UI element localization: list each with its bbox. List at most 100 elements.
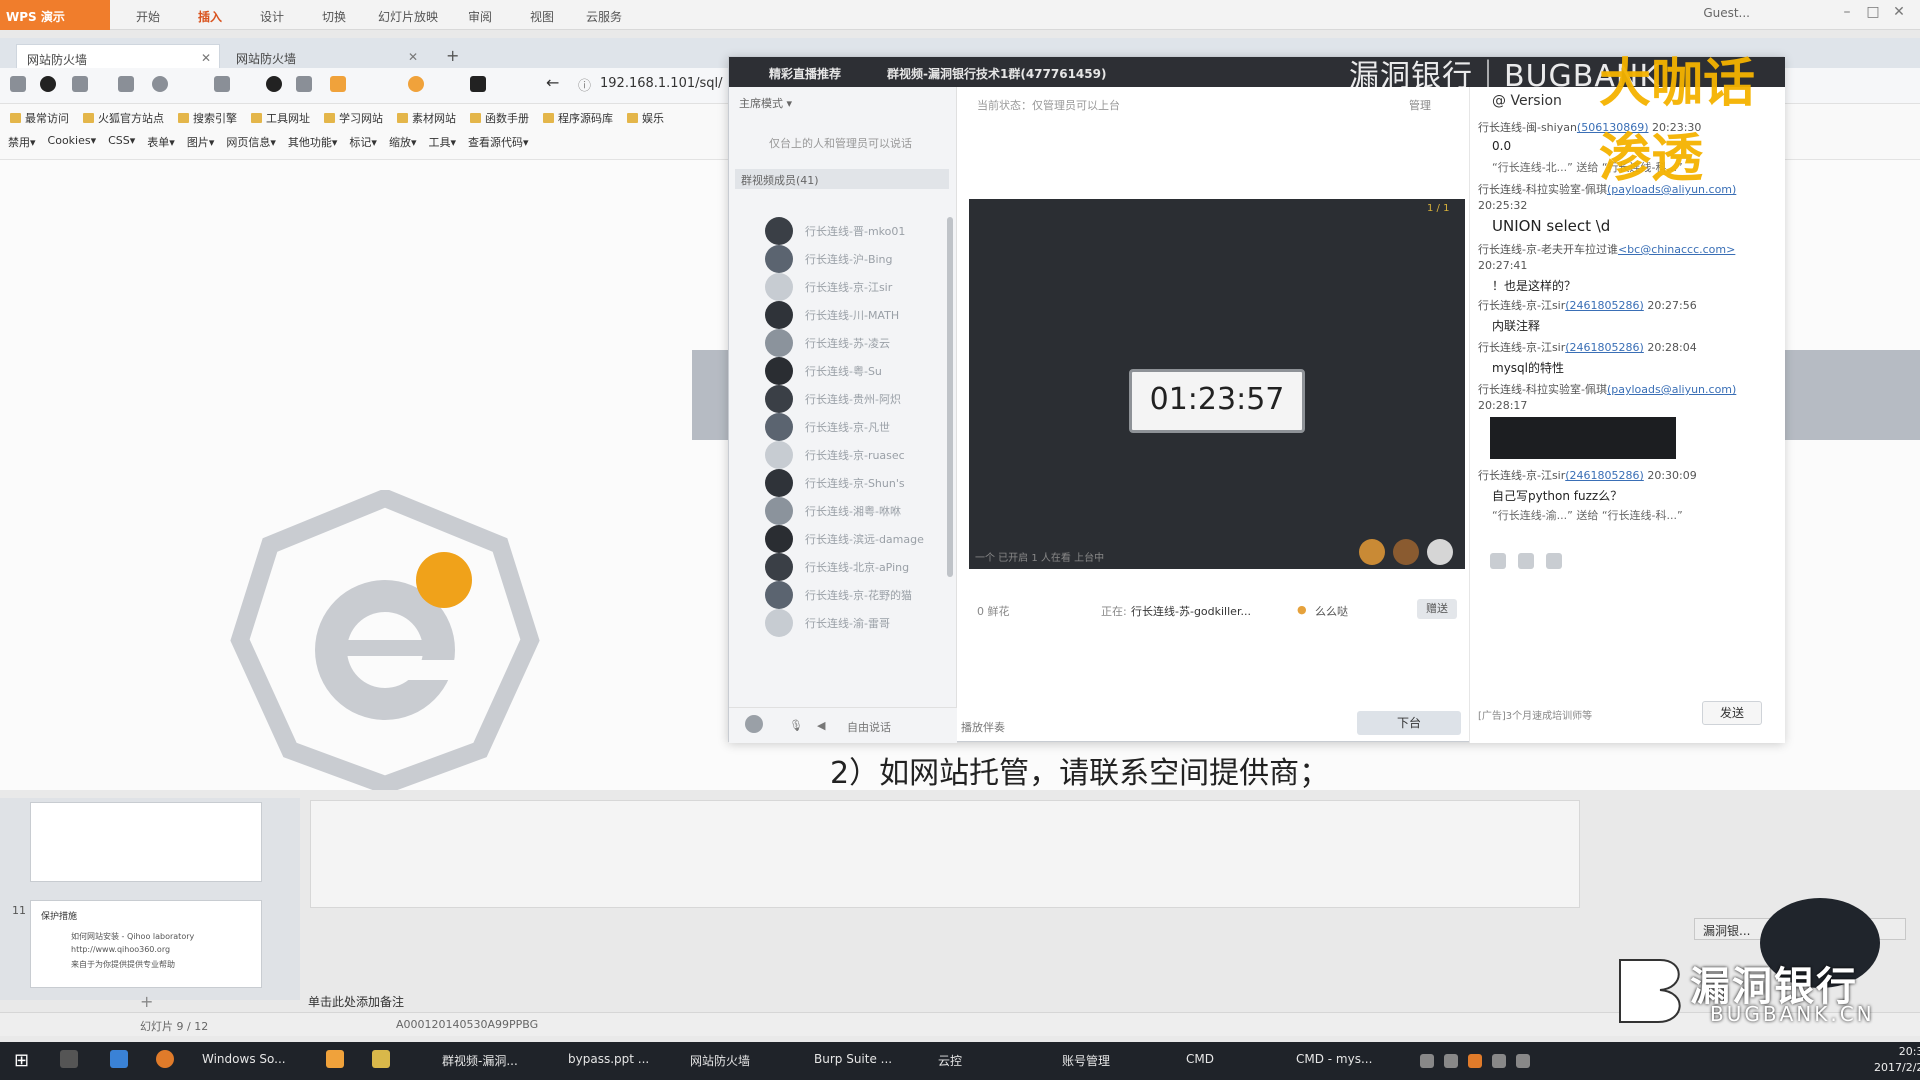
member-item[interactable]: 行长连线-北京-aPing (765, 551, 945, 581)
wps-logo[interactable]: WPS 演示 (0, 0, 110, 30)
ribbon-tab-slideshow[interactable]: 幻灯片放映 (378, 8, 438, 25)
close-icon[interactable]: ✕ (1888, 4, 1910, 24)
volume-icon[interactable] (1516, 1054, 1530, 1068)
stop-icon[interactable] (470, 76, 486, 92)
member-item[interactable]: 行长连线-滨远-damage (765, 523, 945, 553)
taskbar-item[interactable]: bypass.ppt ... (568, 1052, 649, 1066)
toolbar-menu-item[interactable]: Cookies▾ (48, 134, 97, 150)
firefox-icon[interactable] (156, 1050, 174, 1068)
addon-icon[interactable] (266, 76, 282, 92)
bookmark-item[interactable]: 最常访问 (10, 110, 69, 126)
chair-mode-dropdown[interactable]: 主席模式 ▾ (739, 95, 792, 111)
ribbon-tab-cloud[interactable]: 云服务 (586, 8, 622, 25)
speaker-icon[interactable]: ◀ (817, 719, 825, 732)
gift-icon[interactable]: ● (1297, 603, 1307, 616)
page-icon[interactable] (118, 76, 134, 92)
emoji-icon[interactable] (1490, 553, 1506, 569)
browser-tab[interactable]: 网站防火墙 ✕ (226, 44, 426, 70)
send-button[interactable]: 发送 (1702, 701, 1762, 725)
ie-icon[interactable] (110, 1050, 128, 1068)
chat-tab-group[interactable]: 群视频-漏洞银行技术1群(477761459) (887, 65, 1106, 82)
bookmark-item[interactable]: 学习网站 (324, 110, 383, 126)
globe-icon[interactable] (152, 76, 168, 92)
mic-icon[interactable]: 🎙 (789, 719, 803, 732)
start-icon[interactable]: ⊞ (14, 1050, 29, 1071)
back-icon[interactable]: ← (546, 73, 559, 92)
bookmark-item[interactable]: 函数手册 (470, 110, 529, 126)
toolbar-menu-item[interactable]: 工具▾ (428, 134, 456, 150)
network-icon[interactable] (1492, 1054, 1506, 1068)
stage-avatar[interactable] (1427, 539, 1453, 565)
stage-avatar[interactable] (1359, 539, 1385, 565)
member-item[interactable]: 行长连线-京-江sir (765, 271, 945, 301)
toolbar-menu-item[interactable]: 缩放▾ (389, 134, 417, 150)
sync-icon[interactable] (296, 76, 312, 92)
member-item[interactable]: 行长连线-晋-mko01 (765, 215, 945, 245)
ribbon-tab-start[interactable]: 开始 (136, 8, 160, 25)
record-icon[interactable] (40, 76, 56, 92)
bookmark-item[interactable]: 火狐官方站点 (83, 110, 164, 126)
extension-icon[interactable] (408, 76, 424, 92)
taskbar-item[interactable]: Windows So... (202, 1052, 286, 1066)
ribbon-tab-review[interactable]: 审阅 (468, 8, 492, 25)
taskbar-item[interactable]: 账号管理 (1062, 1052, 1110, 1069)
minimize-icon[interactable]: – (1836, 4, 1858, 24)
leave-stage-button[interactable]: 下台 (1357, 711, 1461, 735)
member-item[interactable]: 行长连线-京-凡世 (765, 411, 945, 441)
member-item[interactable]: 行长连线-川-MATH (765, 299, 945, 329)
maximize-icon[interactable]: □ (1862, 4, 1884, 24)
slide-editing-area[interactable] (310, 800, 1580, 908)
image-icon[interactable] (1546, 553, 1562, 569)
taskbar-item[interactable]: CMD (1186, 1052, 1214, 1066)
toolbar-menu-item[interactable]: 其他功能▾ (288, 134, 338, 150)
stage-avatar[interactable] (1393, 539, 1419, 565)
toolbar-menu-item[interactable]: 禁用▾ (8, 134, 36, 150)
free-speak-button[interactable]: 自由说话 (847, 719, 891, 735)
screenshot-icon[interactable] (72, 76, 88, 92)
toolbar-menu-item[interactable]: 查看源代码▾ (468, 134, 529, 150)
taskbar-item[interactable]: Burp Suite ... (814, 1052, 892, 1066)
tray-icon[interactable] (1468, 1054, 1482, 1068)
taskbar-item[interactable]: CMD - mys... (1296, 1052, 1372, 1066)
browser-tab-active[interactable]: 网站防火墙 ✕ (16, 44, 220, 70)
member-item[interactable]: 行长连线-京-ruasec (765, 439, 945, 469)
ad-link[interactable]: [广告]3个月速成培训师等 (1478, 707, 1592, 722)
play-effect-dropdown[interactable]: 播放伴奏 (961, 719, 1005, 735)
ribbon-tab-design[interactable]: 设计 (260, 8, 284, 25)
slide-thumbnail[interactable] (30, 802, 262, 882)
member-item[interactable]: 行长连线-京-Shun's (765, 467, 945, 497)
member-item[interactable]: 行长连线-渝-雷哥 (765, 607, 945, 637)
notes-placeholder[interactable]: 单击此处添加备注 (308, 993, 404, 1010)
ribbon-tab-transition[interactable]: 切换 (322, 8, 346, 25)
bookmark-item[interactable]: 娱乐 (627, 110, 664, 126)
app-icon[interactable] (326, 1050, 344, 1068)
taskbar-item[interactable]: 云控 (938, 1052, 962, 1069)
member-item[interactable]: 行长连线-湘粤-咻咻 (765, 495, 945, 525)
scissors-icon[interactable] (1518, 553, 1534, 569)
tab-close-icon[interactable]: ✕ (201, 51, 211, 65)
bookmark-item[interactable]: 搜索引擎 (178, 110, 237, 126)
tab-close-icon[interactable]: ✕ (408, 50, 418, 64)
user-account[interactable]: Guest... (1703, 6, 1750, 20)
toolbar-menu-item[interactable]: 标记▾ (349, 134, 377, 150)
shield-icon[interactable] (330, 76, 346, 92)
taskbar-item[interactable]: 群视频-漏洞... (442, 1052, 518, 1069)
members-scrollbar[interactable] (947, 217, 953, 577)
tray-icon[interactable] (1444, 1054, 1458, 1068)
ribbon-tab-insert[interactable]: 插入 (198, 8, 222, 25)
gift-send-button[interactable]: 赠送 (1417, 599, 1457, 619)
avatar[interactable] (745, 715, 763, 733)
member-item[interactable]: 行长连线-京-花野的猫 (765, 579, 945, 609)
member-item[interactable]: 行长连线-苏-凌云 (765, 327, 945, 357)
toolbar-menu-item[interactable]: 表单▾ (147, 134, 175, 150)
bookmark-item[interactable]: 程序源码库 (543, 110, 613, 126)
toolbar-menu-item[interactable]: 图片▾ (187, 134, 215, 150)
chat-tab-live[interactable]: 精彩直播推荐 (769, 65, 841, 82)
taskbar-item[interactable]: 网站防火墙 (690, 1052, 750, 1069)
tray-icon[interactable] (1420, 1054, 1434, 1068)
add-slide-icon[interactable]: + (140, 992, 153, 1011)
manage-button[interactable]: 管理 (1409, 97, 1431, 113)
member-item[interactable]: 行长连线-粤-Su (765, 355, 945, 385)
member-item[interactable]: 行长连线-贵州-阿炽 (765, 383, 945, 413)
member-item[interactable]: 行长连线-沪-Bing (765, 243, 945, 273)
